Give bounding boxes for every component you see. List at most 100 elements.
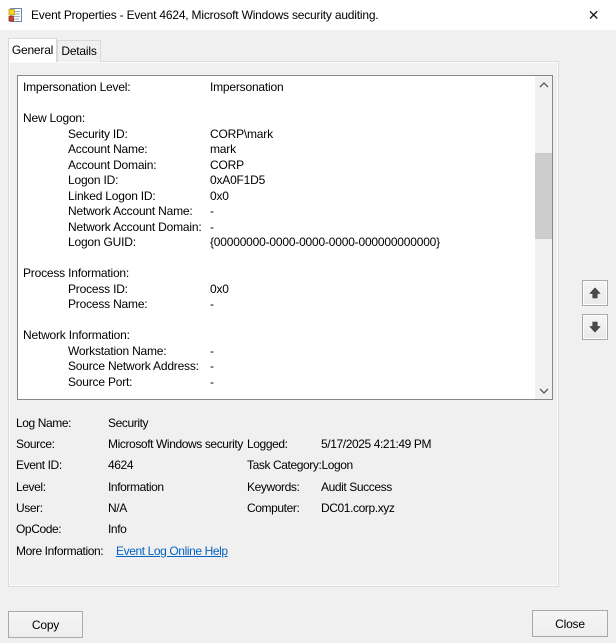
- scrollbar-up-icon[interactable]: [535, 76, 552, 93]
- event-description-textbox[interactable]: Impersonation Level:Impersonation New Lo…: [17, 75, 553, 400]
- event-text-value: -: [210, 220, 214, 234]
- event-text-label: Account Name:: [22, 142, 210, 158]
- detail-row: OpCode:Info: [16, 519, 553, 540]
- event-text-line: Account Name:mark: [22, 142, 534, 158]
- event-text-value: Impersonation: [210, 80, 283, 94]
- event-text-label: Network Information:: [22, 328, 210, 344]
- event-text-label: Security ID:: [22, 127, 210, 143]
- close-button[interactable]: Close: [532, 610, 608, 637]
- scrollbar-thumb[interactable]: [535, 153, 552, 239]
- event-text-label: Network Account Domain:: [22, 220, 210, 236]
- detail-value: Security: [108, 416, 247, 430]
- event-text-line: Process Name:-: [22, 297, 534, 313]
- detail-value: DC01.corp.xyz: [321, 501, 553, 515]
- event-text-value: 0x0: [210, 189, 229, 203]
- vertical-scrollbar[interactable]: [535, 76, 552, 399]
- event-log-icon: [8, 7, 24, 23]
- event-text-label: Process Information:: [22, 266, 210, 282]
- event-text-value: -: [210, 359, 214, 373]
- detail-row: Event ID:4624Task Category:Logon: [16, 455, 553, 476]
- event-text-line: Network Information:: [22, 328, 534, 344]
- event-text-value: {00000000-0000-0000-0000-000000000000}: [210, 235, 440, 249]
- event-text-label: Process Name:: [22, 297, 210, 313]
- blank-line: [22, 96, 25, 110]
- event-text-line: Process ID:0x0: [22, 282, 534, 298]
- detail-value: 4624: [108, 458, 247, 472]
- event-text-label: Account Domain:: [22, 158, 210, 174]
- detail-value: Information: [108, 480, 247, 494]
- detail-row: More Information: Event Log Online Help: [16, 540, 553, 561]
- detail-label: Keywords:: [247, 480, 321, 494]
- event-text-line: Source Port:-: [22, 375, 534, 391]
- event-text-line: Security ID:CORP\mark: [22, 127, 534, 143]
- detail-row: User:N/AComputer:DC01.corp.xyz: [16, 497, 553, 518]
- detail-value: Microsoft Windows security: [108, 437, 247, 451]
- event-text-line: [22, 96, 534, 112]
- event-text-value: 0xA0F1D5: [210, 173, 265, 187]
- event-text-line: Source Network Address:-: [22, 359, 534, 375]
- previous-event-button[interactable]: [582, 280, 608, 306]
- arrow-down-icon: [587, 319, 603, 335]
- event-text-value: -: [210, 344, 214, 358]
- event-text-label: Logon ID:: [22, 173, 210, 189]
- event-text-line: [22, 251, 534, 267]
- event-log-online-help-link[interactable]: Event Log Online Help: [116, 544, 228, 558]
- event-text-line: Network Account Name:-: [22, 204, 534, 220]
- event-text-label: Logon GUID:: [22, 235, 210, 251]
- detail-row: Level:InformationKeywords:Audit Success: [16, 476, 553, 497]
- detail-row: Source:Microsoft Windows securityLogged:…: [16, 433, 553, 454]
- detail-label: Log Name:: [16, 416, 108, 430]
- event-text-line: Logon GUID:{00000000-0000-0000-0000-0000…: [22, 235, 534, 251]
- detail-label: OpCode:: [16, 522, 108, 536]
- window-close-button[interactable]: ✕: [571, 0, 616, 30]
- event-text-value: mark: [210, 142, 236, 156]
- detail-value: 5/17/2025 4:21:49 PM: [321, 437, 553, 451]
- event-text-label: Network Account Name:: [22, 204, 210, 220]
- scrollbar-down-icon[interactable]: [535, 382, 552, 399]
- event-text-value: -: [210, 204, 214, 218]
- detail-row: Log Name:Security: [16, 412, 553, 433]
- event-text-line: Impersonation Level:Impersonation: [22, 80, 534, 96]
- event-text-line: Linked Logon ID:0x0: [22, 189, 534, 205]
- event-text-value: -: [210, 375, 214, 389]
- detail-label: User:: [16, 501, 108, 515]
- event-text-line: New Logon:: [22, 111, 534, 127]
- event-text-value: CORP: [210, 158, 244, 172]
- arrow-up-icon: [587, 285, 603, 301]
- event-text-label: Process ID:: [22, 282, 210, 298]
- event-text-label: Impersonation Level:: [22, 80, 210, 96]
- event-text-value: CORP\mark: [210, 127, 273, 141]
- detail-value: N/A: [108, 501, 247, 515]
- detail-label: Source:: [16, 437, 108, 451]
- event-text-line: [22, 313, 534, 329]
- detail-label: More Information:: [16, 544, 108, 558]
- tab-details[interactable]: Details: [57, 40, 101, 62]
- event-text-value: 0x0: [210, 282, 229, 296]
- detail-label: Computer:: [247, 501, 321, 515]
- event-text-label: Source Network Address:: [22, 359, 210, 375]
- detail-label: Level:: [16, 480, 108, 494]
- event-text-line: Workstation Name:-: [22, 344, 534, 360]
- next-event-button[interactable]: [582, 314, 608, 340]
- event-text-content: Impersonation Level:Impersonation New Lo…: [22, 80, 534, 398]
- copy-button[interactable]: Copy: [8, 611, 83, 638]
- event-text-value: -: [210, 297, 214, 311]
- titlebar: Event Properties - Event 4624, Microsoft…: [0, 0, 616, 30]
- event-properties-dialog: Event Properties - Event 4624, Microsoft…: [0, 0, 616, 643]
- window-title: Event Properties - Event 4624, Microsoft…: [31, 8, 378, 22]
- detail-label: Logged:: [247, 437, 321, 451]
- detail-value: Audit Success: [321, 480, 553, 494]
- event-text-line: Network Account Domain:-: [22, 220, 534, 236]
- event-text-line: Logon ID:0xA0F1D5: [22, 173, 534, 189]
- event-text-label: New Logon:: [22, 111, 210, 127]
- tab-general[interactable]: General: [8, 38, 57, 62]
- detail-label: Event ID:: [16, 458, 108, 472]
- event-text-label: Linked Logon ID:: [22, 189, 210, 205]
- blank-line: [22, 313, 25, 327]
- event-text-label: Workstation Name:: [22, 344, 210, 360]
- detail-label: Task Category:: [247, 458, 321, 472]
- details-grid: Log Name:SecuritySource:Microsoft Window…: [16, 412, 553, 561]
- detail-value: Info: [108, 522, 247, 536]
- detail-value: Logon: [321, 458, 553, 472]
- event-text-line: Process Information:: [22, 266, 534, 282]
